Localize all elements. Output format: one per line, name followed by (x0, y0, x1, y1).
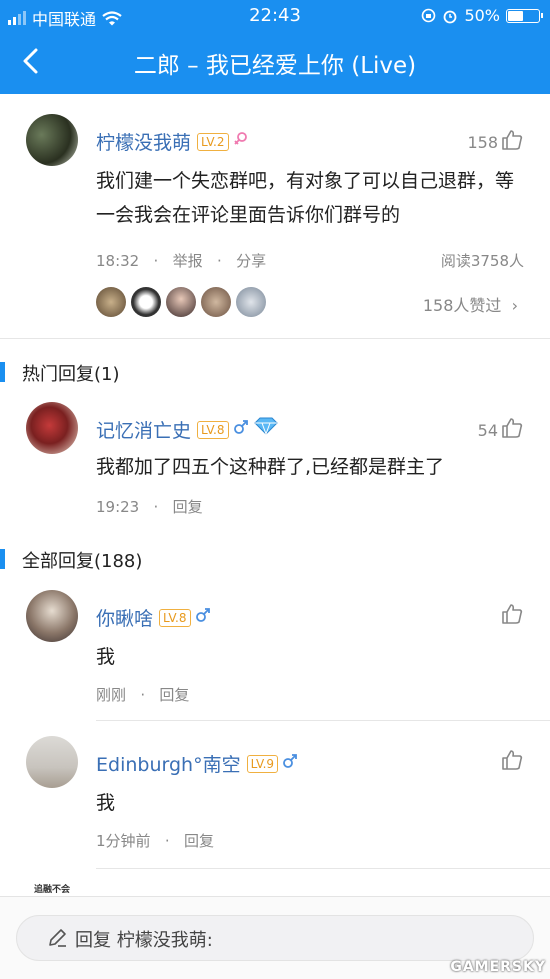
liker-avatar[interactable] (96, 287, 126, 317)
liker-avatar[interactable] (236, 287, 266, 317)
separator: · (153, 498, 159, 516)
section-title: 热门回复(1) (22, 364, 120, 385)
username-text[interactable]: Edinburgh°南空 (96, 754, 241, 776)
status-bar: 中国联通 22:43 50% (0, 0, 550, 32)
all-replies-header: 全部回复(188) (0, 545, 550, 573)
pencil-icon (49, 929, 66, 947)
comment-text: 我 (96, 646, 116, 668)
like-button[interactable] (500, 602, 524, 626)
comment-meta: 18:32 · 举报 · 分享 (96, 250, 266, 271)
avatar[interactable]: 追融不会 (26, 880, 78, 896)
reply-target: 柠檬没我萌: (116, 930, 213, 951)
chevron-right-icon: › (511, 296, 518, 315)
male-icon (283, 754, 297, 768)
comment-time: 18:32 (96, 252, 140, 270)
share-button[interactable]: 分享 (236, 252, 266, 270)
comment-text: 我们建一个失恋群吧，有对象了可以自己退群，等一会我会在评论里面告诉你们群号的 (96, 170, 515, 226)
liker-avatar[interactable] (201, 287, 231, 317)
thumbs-up-icon (502, 130, 523, 150)
level-badge: LV.8 (197, 421, 229, 439)
liked-by-link[interactable]: 158人赞过 › (423, 292, 518, 316)
username[interactable]: 柠檬没我萌 LV.2 (96, 128, 249, 155)
separator: · (164, 832, 170, 850)
hot-replies-header: 热门回复(1) (0, 358, 550, 386)
like-button[interactable]: 54 (478, 416, 524, 440)
like-count: 54 (477, 421, 498, 440)
like-button[interactable] (500, 748, 524, 772)
thumbs-up-icon (502, 418, 523, 438)
reply-button[interactable]: 回复 (173, 498, 203, 516)
divider (0, 338, 550, 339)
separator: · (216, 252, 222, 270)
reply-placeholder: 回复 柠檬没我萌: (75, 926, 213, 952)
comment-meta: 19:23 · 回复 (96, 496, 203, 517)
liked-avatars[interactable] (96, 287, 266, 317)
username-text[interactable]: 记忆消亡史 (96, 420, 191, 442)
avatar[interactable] (26, 590, 78, 642)
level-badge: LV.9 (246, 755, 279, 773)
thumbs-up-icon (502, 604, 523, 624)
comment-time: 1分钟前 (96, 832, 151, 850)
diamond-icon (253, 417, 278, 435)
rotation-lock-icon (422, 8, 436, 23)
like-button[interactable]: 158 (467, 128, 524, 152)
username[interactable]: 记忆消亡史 LV.8 (96, 416, 279, 443)
section-marker (0, 362, 5, 382)
comment-meta: 刚刚 · 回复 (96, 684, 189, 705)
comment-text: 我都加了四五个这种群了,已经都是群主了 (96, 456, 445, 478)
username[interactable]: 你瞅啥 LV.8 (96, 604, 211, 631)
section-marker (0, 549, 5, 569)
thumbs-up-icon (502, 750, 523, 770)
male-icon (195, 608, 210, 622)
female-icon (233, 132, 247, 145)
report-button[interactable]: 举报 (173, 252, 203, 270)
reply-input[interactable]: 回复 柠檬没我萌: (16, 915, 534, 961)
username-text[interactable]: 你瞅啥 (96, 608, 153, 630)
avatar[interactable] (26, 736, 78, 788)
avatar[interactable] (26, 402, 78, 454)
page-title: 二郎 – 我已经爱上你 (Live) (133, 53, 417, 79)
reply-label: 回复 (75, 930, 111, 951)
comment-time: 19:23 (96, 498, 140, 516)
reply-button[interactable]: 回复 (184, 832, 214, 850)
liker-avatar[interactable] (131, 287, 161, 317)
nav-bar: 二郎 – 我已经爱上你 (Live) (0, 32, 550, 94)
comment-text: 我 (96, 792, 116, 814)
avatar-text: 追融不会 (34, 885, 71, 895)
divider (96, 868, 550, 869)
watermark: GAMERSKY (450, 959, 546, 975)
liker-avatar[interactable] (166, 287, 196, 317)
like-count: 158 (467, 133, 498, 152)
level-badge: LV.8 (159, 609, 191, 627)
avatar[interactable] (26, 114, 78, 166)
battery-icon (506, 8, 543, 23)
separator: · (153, 252, 159, 270)
username[interactable]: Edinburgh°南空 LV.9 (96, 750, 298, 777)
comment-time: 刚刚 (96, 686, 127, 704)
read-count: 阅读3758人 (440, 252, 524, 270)
comment-meta: 1分钟前 · 回复 (96, 830, 214, 851)
liked-by-text[interactable]: 158人赞过 (423, 296, 502, 315)
male-icon (233, 420, 248, 434)
level-badge: LV.2 (197, 133, 229, 151)
username-text[interactable]: 柠檬没我萌 (96, 132, 191, 154)
section-title: 全部回复(188) (22, 551, 143, 572)
divider (96, 720, 550, 721)
separator: · (140, 686, 146, 704)
battery-percent: 50% (464, 6, 500, 25)
alarm-icon (444, 10, 457, 23)
reply-button[interactable]: 回复 (159, 686, 189, 704)
